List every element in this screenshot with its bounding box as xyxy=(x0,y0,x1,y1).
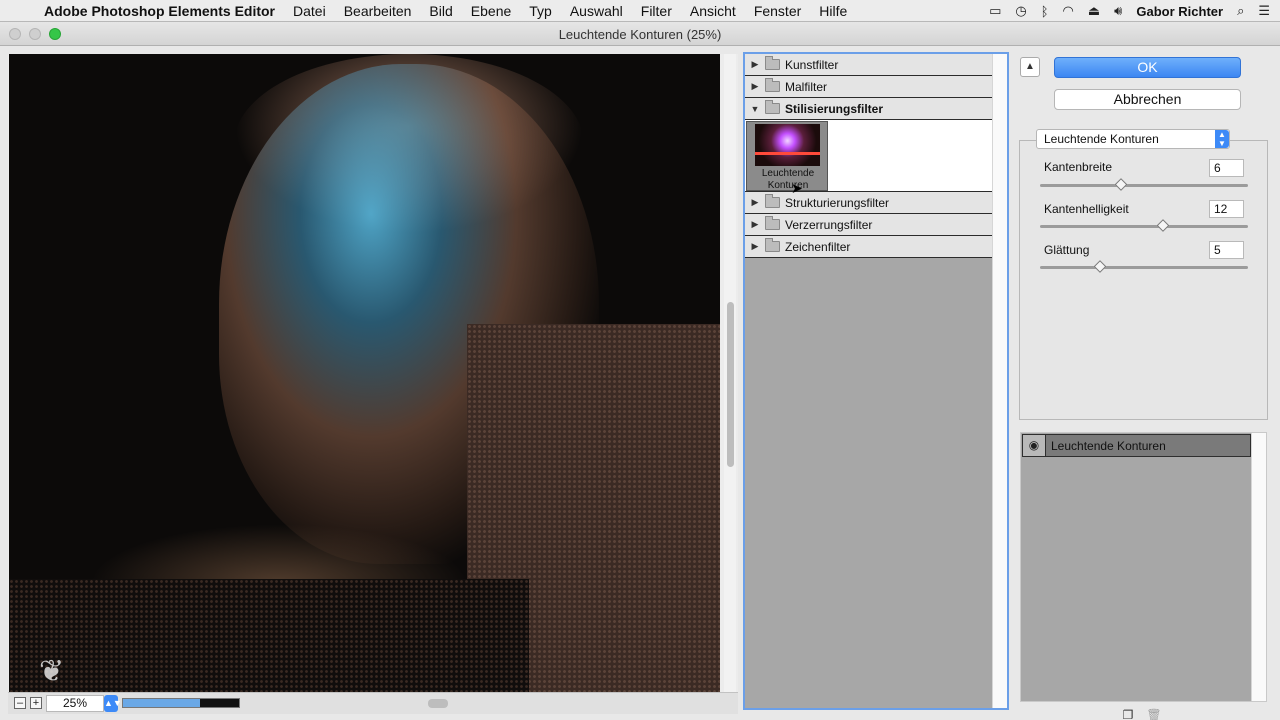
window-titlebar[interactable]: Leuchtende Konturen (25%) xyxy=(0,22,1280,46)
butterfly-logo-icon: ❦ xyxy=(39,655,65,688)
volume-icon[interactable]: 🔊︎ xyxy=(1114,3,1122,19)
param-label-glaettung: Glättung xyxy=(1044,243,1090,257)
menu-hilfe[interactable]: Hilfe xyxy=(819,3,847,19)
folder-icon xyxy=(765,78,780,92)
param-value-glaettung[interactable]: 5 xyxy=(1209,241,1244,259)
delete-effect-layer-icon[interactable]: 🗑︎ xyxy=(1146,707,1162,720)
triangle-right-icon[interactable]: ▶ xyxy=(747,197,763,208)
param-label-kantenbreite: Kantenbreite xyxy=(1044,160,1113,174)
category-malfilter[interactable]: ▶ Malfilter xyxy=(745,76,992,98)
category-label: Strukturierungsfilter xyxy=(785,195,890,210)
param-label-kantenhelligkeit: Kantenhelligkeit xyxy=(1044,202,1129,216)
filter-list-scrollbar[interactable] xyxy=(992,54,1007,708)
preview-vertical-scrollbar[interactable] xyxy=(724,54,736,692)
folder-open-icon xyxy=(765,100,780,114)
effect-layer-row[interactable]: ◉ Leuchtende Konturen xyxy=(1022,434,1251,457)
category-kunstfilter[interactable]: ▶ Kunstfilter xyxy=(745,54,992,76)
triangle-right-icon[interactable]: ▶ xyxy=(747,59,763,70)
select-arrows-icon[interactable]: ▲ ▼ xyxy=(1215,130,1229,148)
notification-center-icon[interactable]: ☰ xyxy=(1258,3,1270,19)
filter-thumb-label: Leuchtende Konturen xyxy=(761,168,815,191)
eye-visibility-icon[interactable]: ◉ xyxy=(1023,435,1046,456)
triangle-right-icon[interactable]: ▶ xyxy=(747,241,763,252)
battery-icon[interactable]: ▭ xyxy=(989,3,1001,19)
spotlight-search-icon[interactable]: ⌕ xyxy=(1237,3,1244,19)
category-label: Verzerrungsfilter xyxy=(785,217,873,232)
ok-button[interactable]: OK xyxy=(1054,57,1241,78)
slider-kantenbreite[interactable] xyxy=(1040,178,1248,191)
menu-filter[interactable]: Filter xyxy=(641,3,672,19)
menu-ansicht[interactable]: Ansicht xyxy=(690,3,736,19)
folder-icon xyxy=(765,56,780,70)
mouse-cursor-icon: ➤ xyxy=(791,180,803,196)
filter-thumb-leuchtende-konturen[interactable]: Leuchtende Konturen ➤ xyxy=(746,121,828,196)
zoom-slider[interactable] xyxy=(122,698,240,708)
screen: Adobe Photoshop Elements Editor Datei Be… xyxy=(0,0,1280,720)
image-mosaic-region-bottom xyxy=(9,579,529,692)
menu-ebene[interactable]: Ebene xyxy=(471,3,511,19)
preview-statusbar: – + 25% ▲▼ xyxy=(8,692,738,714)
folder-icon xyxy=(765,216,780,230)
filter-gallery-window: Leuchtende Konturen (25%) ❦ – + 25% ▲▼ ▶… xyxy=(0,22,1280,720)
slider-glaettung[interactable] xyxy=(1040,260,1248,273)
menu-bearbeiten[interactable]: Bearbeiten xyxy=(344,3,412,19)
time-machine-icon[interactable]: ◷ xyxy=(1015,3,1026,19)
param-value-kantenbreite[interactable]: 6 xyxy=(1209,159,1244,177)
zoom-in-button[interactable]: + xyxy=(30,697,42,709)
zoom-level-field[interactable]: 25% xyxy=(46,695,104,712)
category-label: Kunstfilter xyxy=(785,57,839,72)
new-effect-layer-icon[interactable]: ❐ xyxy=(1120,707,1136,720)
menu-fenster[interactable]: Fenster xyxy=(754,3,801,19)
zoom-out-button[interactable]: – xyxy=(14,697,26,709)
category-label: Malfilter xyxy=(785,79,828,94)
filter-thumb-image xyxy=(755,124,820,166)
category-zeichenfilter[interactable]: ▶ Zeichenfilter xyxy=(745,236,992,258)
param-value-kantenhelligkeit[interactable]: 12 xyxy=(1209,200,1244,218)
menu-bar: Adobe Photoshop Elements Editor Datei Be… xyxy=(0,0,1280,22)
effect-layers-panel: ◉ Leuchtende Konturen xyxy=(1020,432,1267,702)
filter-select[interactable]: Leuchtende Konturen ▲ ▼ xyxy=(1036,129,1230,149)
effect-layer-name: Leuchtende Konturen xyxy=(1051,438,1166,453)
filter-thumbnails: Leuchtende Konturen ➤ xyxy=(745,120,992,196)
category-label: Zeichenfilter xyxy=(785,239,851,254)
menu-typ[interactable]: Typ xyxy=(529,3,552,19)
preview-area: ❦ – + 25% ▲▼ xyxy=(8,54,738,714)
bluetooth-icon[interactable]: ᛒ xyxy=(1041,4,1049,19)
category-stilisierungsfilter[interactable]: ▼ Stilisierungsfilter xyxy=(745,98,992,120)
filter-select-value: Leuchtende Konturen xyxy=(1044,132,1159,146)
image-shirt-region xyxy=(89,524,469,584)
window-title: Leuchtende Konturen (25%) xyxy=(558,27,722,42)
category-verzerrungsfilter[interactable]: ▶ Verzerrungsfilter xyxy=(745,214,992,236)
app-name[interactable]: Adobe Photoshop Elements Editor xyxy=(44,3,275,19)
triangle-right-icon[interactable]: ▶ xyxy=(747,81,763,92)
filter-category-list: ▶ Kunstfilter ▶ Malfilter ▼ Stilisierung… xyxy=(743,52,1009,710)
zoom-slider-fill xyxy=(123,699,200,707)
zoom-dropdown-icon[interactable]: ▲▼ xyxy=(104,695,122,712)
effect-layers-scrollbar[interactable] xyxy=(1251,433,1266,701)
folder-icon xyxy=(765,194,780,208)
slider-kantenhelligkeit[interactable] xyxy=(1040,219,1248,232)
preview-canvas[interactable]: ❦ xyxy=(9,54,720,692)
effect-layer-tools: ❐ 🗑︎ xyxy=(1120,707,1162,720)
menu-datei[interactable]: Datei xyxy=(293,3,326,19)
cancel-button[interactable]: Abbrechen xyxy=(1054,89,1241,110)
collapse-gallery-button[interactable]: ▲ xyxy=(1020,57,1040,77)
eject-icon[interactable]: ⏏ xyxy=(1088,3,1100,19)
menu-bild[interactable]: Bild xyxy=(429,3,452,19)
menu-auswahl[interactable]: Auswahl xyxy=(570,3,623,19)
triangle-right-icon[interactable]: ▶ xyxy=(747,219,763,230)
category-strukturierungsfilter[interactable]: ▶ Strukturierungsfilter xyxy=(745,192,992,214)
preview-vertical-scroll-thumb[interactable] xyxy=(727,302,734,467)
folder-icon xyxy=(765,238,780,252)
triangle-down-icon[interactable]: ▼ xyxy=(747,104,763,114)
category-label: Stilisierungsfilter xyxy=(785,101,884,116)
preview-horizontal-scroll-thumb[interactable] xyxy=(428,699,448,708)
status-area: ▭ ◷ ᛒ ◠ ⏏ 🔊︎ Gabor Richter ⌕ ☰ xyxy=(989,0,1270,22)
user-name[interactable]: Gabor Richter xyxy=(1136,4,1223,19)
filter-settings-box xyxy=(1019,140,1268,420)
wifi-icon[interactable]: ◠ xyxy=(1063,3,1074,19)
